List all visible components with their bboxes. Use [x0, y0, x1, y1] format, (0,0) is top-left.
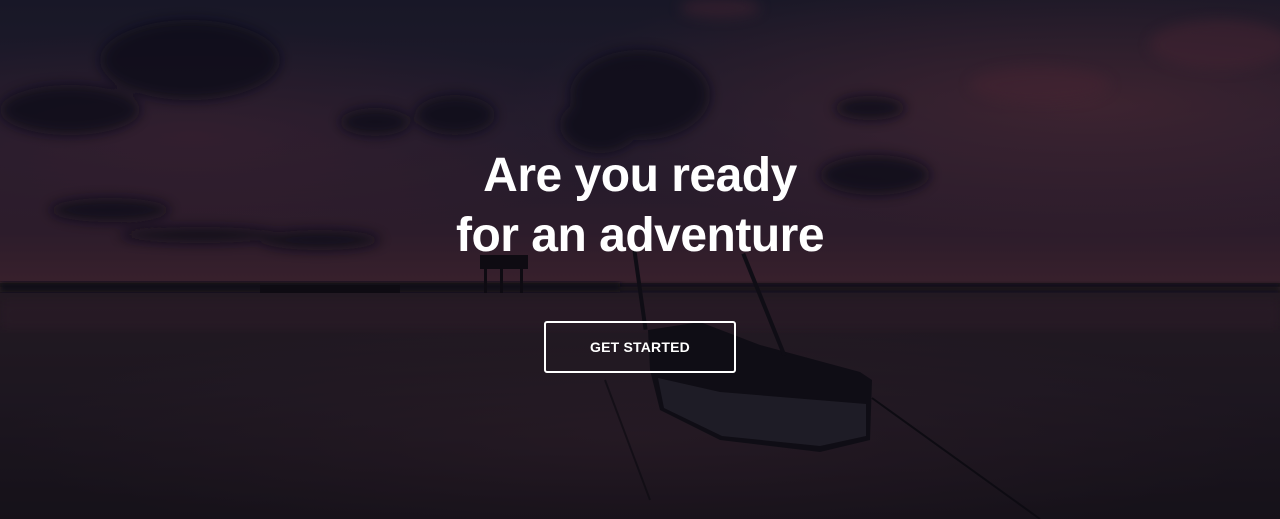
hero-section: Are you ready for an adventure GET START…	[0, 0, 1280, 519]
hero-headline-line-1: Are you ready	[483, 149, 797, 202]
hero-headline-line-2: for an adventure	[455, 209, 825, 262]
hero-headline: Are you ready for an adventure	[340, 146, 940, 266]
get-started-button[interactable]: GET STARTED	[544, 321, 736, 373]
hero-content: Are you ready for an adventure GET START…	[0, 0, 1280, 519]
